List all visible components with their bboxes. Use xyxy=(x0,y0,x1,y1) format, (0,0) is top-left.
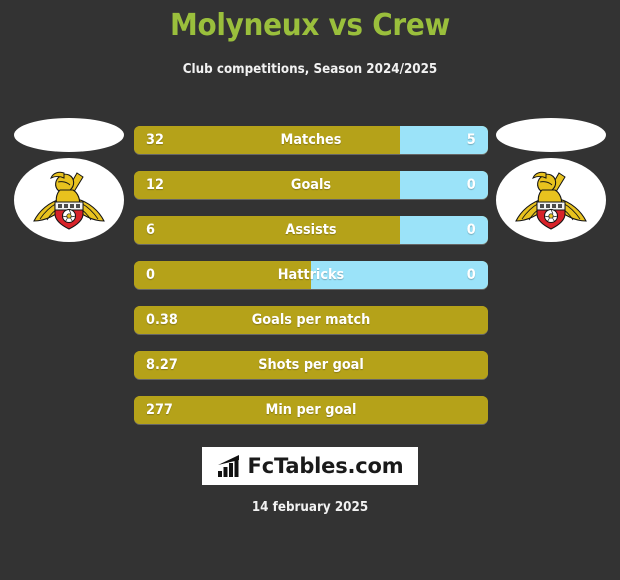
stat-away-value: 0 xyxy=(467,177,476,193)
player-left xyxy=(14,118,124,242)
player-right-photo xyxy=(496,118,606,152)
stat-row: 0.38 Goals per match xyxy=(134,306,488,334)
stat-row: 277 Min per goal xyxy=(134,396,488,424)
fctables-brand[interactable]: FcTables.com xyxy=(202,447,418,485)
stat-row: 32 Matches 5 xyxy=(134,126,488,154)
stat-comparison-card: Molyneux vs Crew Club competitions, Seas… xyxy=(0,0,620,580)
doncaster-rovers-crest-icon xyxy=(33,171,105,230)
stat-row: 8.27 Shots per goal xyxy=(134,351,488,379)
bar-chart-icon xyxy=(217,455,239,477)
player-left-club-crest xyxy=(14,158,124,242)
doncaster-rovers-crest-icon xyxy=(515,171,587,230)
stat-label: Hattricks xyxy=(277,267,345,283)
stat-label: Shots per goal xyxy=(258,357,364,373)
player-right-club-crest xyxy=(496,158,606,242)
brand-label: FcTables.com xyxy=(247,454,404,478)
stat-row: 12 Goals 0 xyxy=(134,171,488,199)
page-title: Molyneux vs Crew xyxy=(169,8,451,43)
stat-label: Goals per match xyxy=(251,312,371,328)
page-subtitle: Club competitions, Season 2024/2025 xyxy=(182,62,438,77)
stat-away-value: 5 xyxy=(467,132,476,148)
stats-list: 32 Matches 5 12 Goals 0 6 Assists 0 0 Ha… xyxy=(134,126,488,441)
stat-label: Goals xyxy=(290,177,332,193)
player-left-photo xyxy=(14,118,124,152)
stat-label: Matches xyxy=(280,132,342,148)
footer-date: 14 february 2025 xyxy=(251,500,369,515)
player-right xyxy=(496,118,606,242)
stat-label: Min per goal xyxy=(265,402,357,418)
stat-row: 0 Hattricks 0 xyxy=(134,261,488,289)
stat-row: 6 Assists 0 xyxy=(134,216,488,244)
stat-away-value: 0 xyxy=(467,267,476,283)
stat-away-value: 0 xyxy=(467,222,476,238)
stat-label: Assists xyxy=(285,222,337,238)
